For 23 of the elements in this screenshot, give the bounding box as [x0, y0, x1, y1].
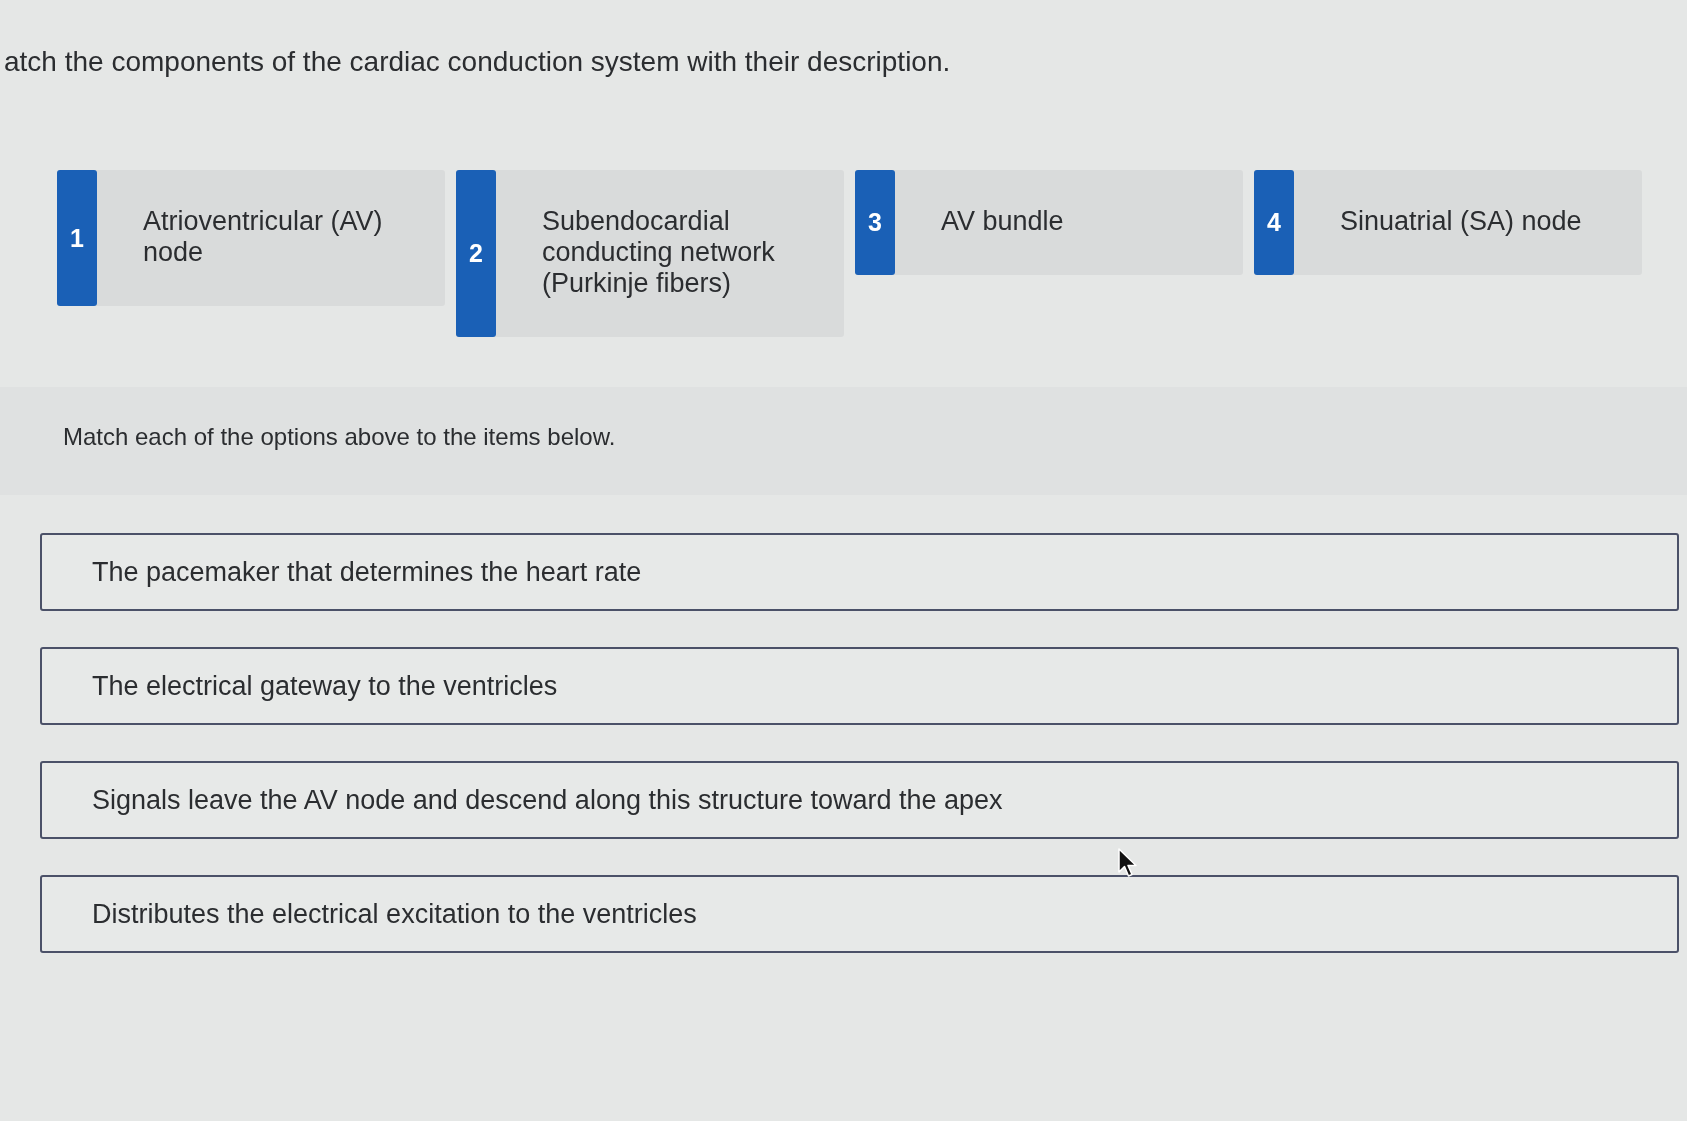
option-label: AV bundle [940, 205, 1065, 238]
option-label: Sinuatrial (SA) node [1339, 205, 1583, 238]
option-card[interactable]: 3 AV bundle [855, 170, 1243, 275]
description-text: The electrical gateway to the ventricles [92, 670, 558, 702]
question-instruction: atch the components of the cardiac conduction system with their description. [3, 46, 951, 78]
drop-zone[interactable]: Distributes the electrical excitation to the ventricles [40, 875, 1679, 953]
mouse-pointer-icon [1118, 848, 1138, 878]
number-badge: 2 [456, 170, 496, 337]
option-label: Atrioventricular (AV) node [142, 205, 384, 269]
option-card[interactable]: 4 Sinuatrial (SA) node [1254, 170, 1642, 275]
drop-zone[interactable]: The pacemaker that determines the heart rate [40, 533, 1679, 611]
description-text: Distributes the electrical excitation to the ventricles [92, 898, 697, 930]
number-badge: 1 [57, 170, 97, 306]
drop-zone[interactable]: Signals leave the AV node and descend along this structure toward the apex [40, 761, 1679, 839]
option-card[interactable]: 1 Atrioventricular (AV) node [57, 170, 445, 306]
match-instruction: Match each of the options above to the items below. [63, 423, 616, 451]
option-label: Subendocardial conducting network (Purkinje fibers) [541, 205, 776, 300]
number-badge: 3 [855, 170, 895, 275]
drop-zone[interactable]: The electrical gateway to the ventricles [40, 647, 1679, 725]
number-badge: 4 [1254, 170, 1294, 275]
description-text: Signals leave the AV node and descend along this structure toward the apex [92, 784, 1003, 816]
description-text: The pacemaker that determines the heart rate [92, 556, 642, 588]
option-card[interactable]: 2 Subendocardial conducting network (Purkinje fibers) [456, 170, 844, 337]
